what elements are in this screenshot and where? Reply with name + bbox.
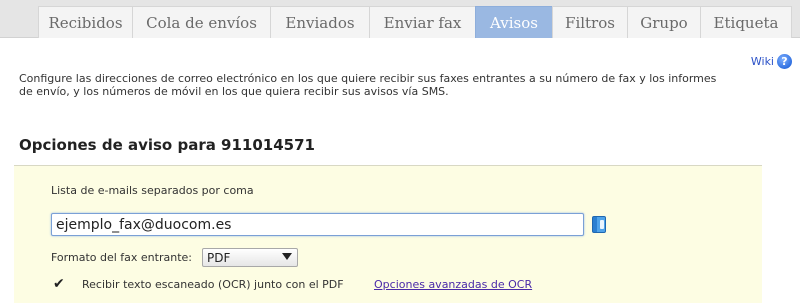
fax-format-select[interactable]: PDF — [202, 248, 298, 267]
wiki-link[interactable]: Wiki — [751, 55, 774, 68]
ocr-advanced-options-link[interactable]: Opciones avanzadas de OCR — [374, 278, 532, 291]
tab-avisos[interactable]: Avisos — [475, 6, 553, 38]
tab-enviados[interactable]: Enviados — [270, 6, 370, 38]
tab-etiqueta[interactable]: Etiqueta — [700, 6, 792, 38]
email-list-label: Lista de e-mails separados por coma — [51, 184, 254, 197]
ocr-checkbox[interactable]: ✔ — [53, 277, 67, 291]
tab-grupo[interactable]: Grupo — [627, 6, 701, 38]
tab-recibidos[interactable]: Recibidos — [38, 6, 133, 38]
fax-format-value: PDF — [207, 250, 231, 265]
email-list-input[interactable] — [51, 213, 584, 236]
page-title: Opciones de aviso para 911014571 — [19, 136, 315, 154]
tab-filtros[interactable]: Filtros — [552, 6, 628, 38]
tab-cola-de-envios[interactable]: Cola de envíos — [132, 6, 271, 38]
tab-bar: Recibidos Cola de envíos Enviados Enviar… — [0, 0, 800, 38]
address-book-icon[interactable] — [592, 216, 606, 233]
help-icon[interactable]: ? — [777, 54, 792, 69]
chevron-down-icon — [282, 253, 292, 260]
wiki-help[interactable]: Wiki ? — [751, 54, 792, 69]
fax-format-label: Formato del fax entrante: — [51, 251, 192, 264]
ocr-checkbox-label: Recibir texto escaneado (OCR) junto con … — [82, 278, 344, 291]
intro-text: Configure las direcciones de correo elec… — [19, 72, 717, 98]
tab-enviar-fax[interactable]: Enviar fax — [369, 6, 476, 38]
